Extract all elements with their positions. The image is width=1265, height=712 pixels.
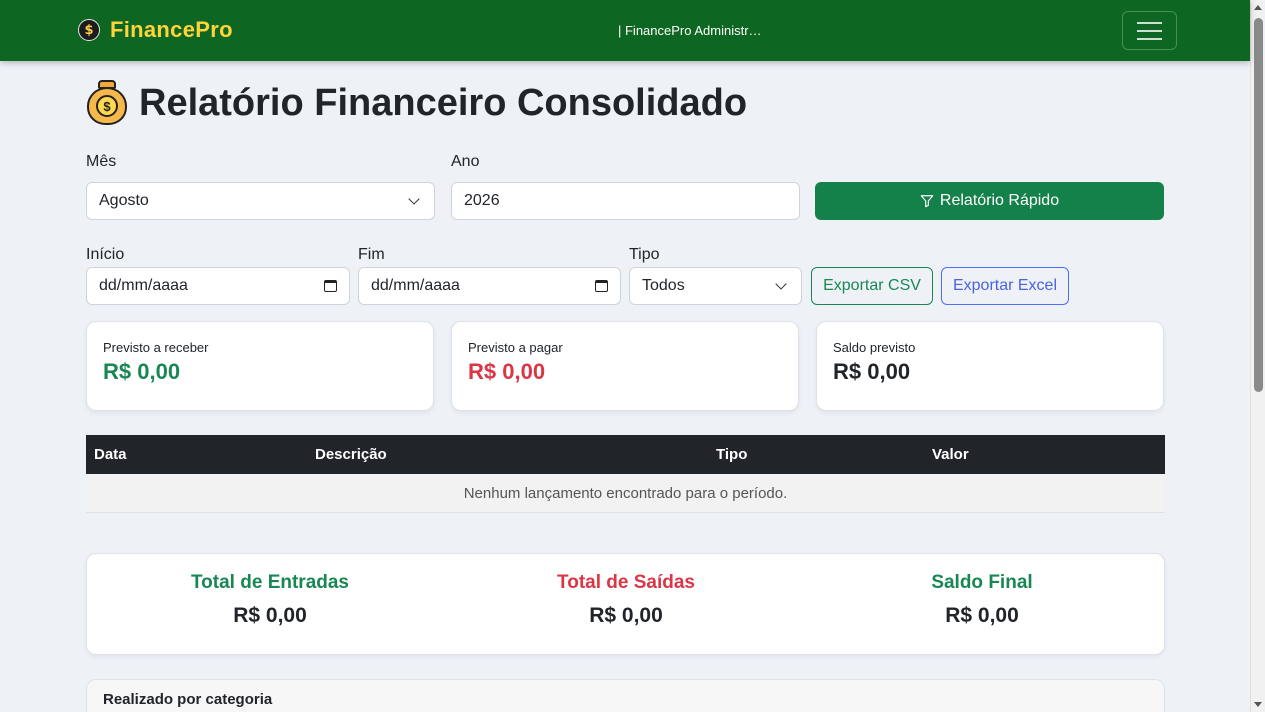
hamburger-icon bbox=[1137, 37, 1162, 40]
final-balance-value: R$ 0,00 bbox=[945, 604, 1019, 627]
transactions-table-header: Data Descrição Tipo Valor bbox=[86, 435, 1165, 474]
column-header-description[interactable]: Descrição bbox=[315, 446, 387, 463]
column-header-date[interactable]: Data bbox=[94, 446, 127, 463]
export-csv-button[interactable]: Exportar CSV bbox=[811, 267, 933, 305]
final-balance-label: Saldo Final bbox=[931, 572, 1033, 593]
start-date-input[interactable]: dd/mm/aaaa bbox=[86, 267, 350, 305]
brand-name: FinancePro bbox=[110, 17, 233, 42]
category-realized-card: Realizado por categoria bbox=[86, 679, 1165, 712]
page-title: $ Relatório Financeiro Consolidado bbox=[87, 80, 747, 126]
total-expenses-label: Total de Saídas bbox=[557, 572, 695, 593]
export-excel-button[interactable]: Exportar Excel bbox=[941, 267, 1069, 305]
card-value: R$ 0,00 bbox=[833, 359, 911, 384]
end-date-label: Fim bbox=[358, 246, 385, 263]
hamburger-icon bbox=[1137, 21, 1162, 24]
scroll-up-arrow-icon[interactable] bbox=[1254, 5, 1262, 10]
month-select[interactable]: Agosto bbox=[86, 182, 435, 220]
page-title-text: Relatório Financeiro Consolidado bbox=[139, 81, 748, 124]
top-navbar: $ FinancePro | FinancePro Administr… bbox=[0, 0, 1250, 61]
filter-icon bbox=[920, 195, 934, 208]
chevron-down-icon bbox=[408, 193, 420, 205]
quick-report-label: Relatório Rápido bbox=[939, 192, 1060, 209]
month-select-value: Agosto bbox=[99, 192, 149, 209]
forecast-payable-card: Previsto a pagar R$ 0,00 bbox=[451, 321, 799, 411]
total-expenses-value: R$ 0,00 bbox=[589, 604, 663, 627]
end-date-input[interactable]: dd/mm/aaaa bbox=[358, 267, 621, 305]
forecast-receivable-card: Previsto a receber R$ 0,00 bbox=[86, 321, 434, 411]
calendar-icon[interactable] bbox=[595, 280, 608, 292]
end-date-placeholder: dd/mm/aaaa bbox=[371, 277, 460, 294]
navbar-toggle-button[interactable] bbox=[1122, 11, 1177, 50]
scroll-down-arrow-icon[interactable] bbox=[1254, 702, 1262, 707]
card-label: Previsto a pagar bbox=[468, 340, 563, 355]
month-label: Mês bbox=[86, 153, 117, 170]
chevron-down-icon bbox=[775, 278, 787, 290]
card-label: Previsto a receber bbox=[103, 340, 209, 355]
column-header-type[interactable]: Tipo bbox=[716, 446, 747, 463]
type-label: Tipo bbox=[629, 246, 660, 263]
type-select[interactable]: Todos bbox=[629, 267, 802, 305]
totals-card: Total de Entradas R$ 0,00 Total de Saída… bbox=[86, 553, 1165, 655]
card-label: Saldo previsto bbox=[833, 340, 916, 355]
total-income-label: Total de Entradas bbox=[190, 572, 349, 593]
start-date-placeholder: dd/mm/aaaa bbox=[99, 277, 188, 294]
category-section-title: Realizado por categoria bbox=[103, 691, 273, 708]
navbar-user-text: | FinancePro Administr… bbox=[618, 23, 762, 38]
scrollbar-thumb[interactable] bbox=[1254, 18, 1263, 392]
start-date-label: Início bbox=[86, 246, 125, 263]
page-scrollbar[interactable] bbox=[1250, 0, 1265, 712]
quick-report-button[interactable]: Relatório Rápido bbox=[815, 182, 1164, 220]
table-empty-row: Nenhum lançamento encontrado para o perí… bbox=[86, 474, 1165, 513]
money-bag-icon: $ bbox=[87, 80, 127, 126]
dollar-coin-icon: $ bbox=[78, 19, 100, 41]
final-balance: Saldo Final R$ 0,00 bbox=[832, 572, 1132, 628]
hamburger-icon bbox=[1137, 29, 1162, 32]
brand-link[interactable]: $ FinancePro bbox=[78, 17, 233, 43]
total-income: Total de Entradas R$ 0,00 bbox=[120, 572, 420, 628]
total-expenses: Total de Saídas R$ 0,00 bbox=[476, 572, 776, 628]
column-header-value[interactable]: Valor bbox=[932, 446, 969, 463]
year-input-value: 2026 bbox=[464, 192, 500, 209]
card-value: R$ 0,00 bbox=[468, 359, 546, 384]
type-select-value: Todos bbox=[642, 277, 685, 294]
card-value: R$ 0,00 bbox=[103, 359, 181, 384]
total-income-value: R$ 0,00 bbox=[233, 604, 307, 627]
year-label: Ano bbox=[451, 153, 480, 170]
calendar-icon[interactable] bbox=[324, 280, 337, 292]
forecast-balance-card: Saldo previsto R$ 0,00 bbox=[816, 321, 1164, 411]
year-input[interactable]: 2026 bbox=[451, 182, 800, 220]
